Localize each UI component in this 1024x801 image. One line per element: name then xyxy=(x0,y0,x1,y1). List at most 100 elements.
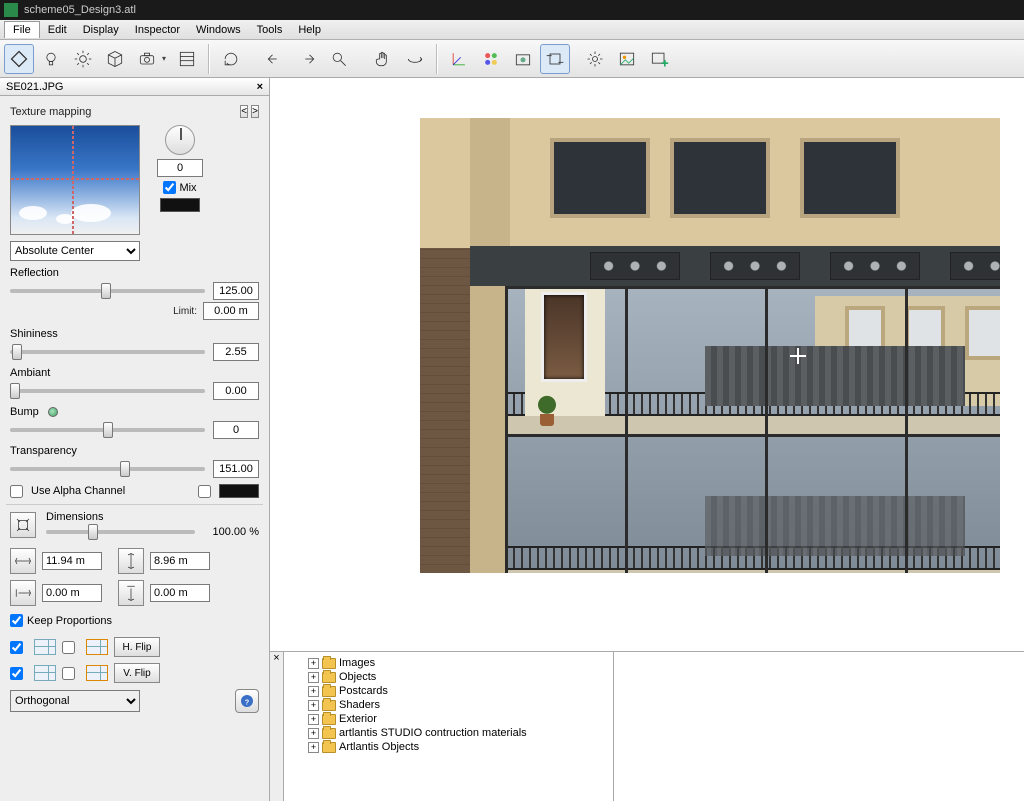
next-texture-button[interactable]: > xyxy=(251,105,259,118)
tree-item[interactable]: +Exterior xyxy=(284,712,613,726)
projection-select[interactable]: Orthogonal xyxy=(10,690,140,712)
expand-icon[interactable]: + xyxy=(308,728,319,739)
expand-icon[interactable]: + xyxy=(308,714,319,725)
tool-catalog[interactable] xyxy=(172,44,202,74)
folder-icon xyxy=(322,686,336,697)
tree-item[interactable]: +Postcards xyxy=(284,684,613,698)
bulb-icon xyxy=(41,49,61,69)
width-input[interactable] xyxy=(42,552,102,570)
axes-icon xyxy=(449,49,469,69)
redo-icon xyxy=(297,49,317,69)
keep-proportions-checkbox[interactable] xyxy=(10,614,23,627)
view-dd-icon[interactable]: ▾ xyxy=(162,54,170,63)
expand-icon[interactable]: + xyxy=(308,658,319,669)
shininess-slider[interactable] xyxy=(10,350,205,354)
tool-snapshot[interactable] xyxy=(508,44,538,74)
panel-close-button[interactable]: × xyxy=(257,81,263,93)
tree-item[interactable]: +artlantis STUDIO contruction materials xyxy=(284,726,613,740)
reflection-slider[interactable] xyxy=(10,289,205,293)
expand-icon[interactable]: + xyxy=(308,672,319,683)
mix-checkbox[interactable] xyxy=(163,181,176,194)
alpha-color-swatch[interactable] xyxy=(219,484,259,498)
help-button[interactable]: ? xyxy=(235,689,259,713)
menu-inspector[interactable]: Inspector xyxy=(127,22,188,38)
prev-texture-button[interactable]: < xyxy=(240,105,248,118)
tree-item[interactable]: + Shaders xyxy=(284,698,613,712)
catalog-tree[interactable]: +Images +Objects +Postcards + Shaders +Ex… xyxy=(284,652,614,801)
expand-icon[interactable]: + xyxy=(308,700,319,711)
tool-settings[interactable] xyxy=(580,44,610,74)
offsetx-input[interactable] xyxy=(42,584,102,602)
tool-axes[interactable] xyxy=(444,44,474,74)
scale-value: 100.00 % xyxy=(203,526,259,538)
ambiant-slider[interactable] xyxy=(10,389,205,393)
rotation-dial[interactable] xyxy=(165,125,195,155)
diamond-icon xyxy=(9,49,29,69)
tree-item[interactable]: +Objects xyxy=(284,670,613,684)
hflip-button[interactable]: H. Flip xyxy=(114,637,160,657)
menubar: File Edit Display Inspector Windows Tool… xyxy=(0,20,1024,40)
vflip-button[interactable]: V. Flip xyxy=(114,663,160,683)
magnifier-icon xyxy=(329,49,349,69)
width-icon xyxy=(10,548,36,574)
invert-alpha-checkbox[interactable] xyxy=(198,485,211,498)
menu-help[interactable]: Help xyxy=(290,22,329,38)
menu-edit[interactable]: Edit xyxy=(40,22,75,38)
ambiant-value[interactable] xyxy=(213,382,259,400)
transparency-value[interactable] xyxy=(213,460,259,478)
tree-item[interactable]: +Images xyxy=(284,656,613,670)
mirror-v-checkbox[interactable] xyxy=(62,667,75,680)
tool-pan[interactable] xyxy=(368,44,398,74)
tree-label: Shaders xyxy=(339,699,380,711)
bump-value[interactable] xyxy=(213,421,259,439)
limit-label: Limit: xyxy=(173,306,197,317)
alpha-checkbox[interactable] xyxy=(10,485,23,498)
tool-object[interactable] xyxy=(100,44,130,74)
tool-render[interactable] xyxy=(612,44,642,74)
anchor-select[interactable]: Absolute Center xyxy=(10,241,140,261)
reflection-value[interactable] xyxy=(213,282,259,300)
window-title: scheme05_Design3.atl xyxy=(24,4,136,16)
tool-materials[interactable] xyxy=(476,44,506,74)
menu-windows[interactable]: Windows xyxy=(188,22,249,38)
tool-crop[interactable] xyxy=(540,44,570,74)
tool-zoom[interactable] xyxy=(324,44,354,74)
menu-display[interactable]: Display xyxy=(75,22,127,38)
tool-view[interactable] xyxy=(132,44,162,74)
reflection-limit-input[interactable] xyxy=(203,302,259,320)
tool-light[interactable] xyxy=(36,44,66,74)
rotation-input[interactable] xyxy=(157,159,203,177)
tool-refresh[interactable] xyxy=(216,44,246,74)
menu-tools[interactable]: Tools xyxy=(249,22,291,38)
scale-slider[interactable] xyxy=(46,530,195,534)
expand-icon[interactable]: + xyxy=(308,686,319,697)
fit-icon[interactable] xyxy=(10,512,36,538)
expand-icon[interactable]: + xyxy=(308,742,319,753)
bump-mode-dot[interactable] xyxy=(48,407,58,417)
tool-orbit[interactable] xyxy=(400,44,430,74)
tile-v-checkbox[interactable] xyxy=(10,667,23,680)
tile-h-checkbox[interactable] xyxy=(10,641,23,654)
inspector-panel: SE021.JPG × Texture mapping < > xyxy=(0,78,270,801)
mix-color-swatch[interactable] xyxy=(160,198,200,212)
tool-undo[interactable] xyxy=(260,44,290,74)
height-input[interactable] xyxy=(150,552,210,570)
catalog-close-button[interactable]: × xyxy=(270,652,284,801)
mirror-h-checkbox[interactable] xyxy=(62,641,75,654)
cube-icon xyxy=(105,49,125,69)
tool-render-add[interactable] xyxy=(644,44,674,74)
tool-heliodon[interactable] xyxy=(68,44,98,74)
tool-shader[interactable] xyxy=(4,44,34,74)
tool-redo[interactable] xyxy=(292,44,322,74)
dimensions-label: Dimensions xyxy=(46,511,259,523)
transparency-slider[interactable] xyxy=(10,467,205,471)
tree-item[interactable]: +Artlantis Objects xyxy=(284,740,613,754)
menu-file[interactable]: File xyxy=(4,21,40,38)
shininess-value[interactable] xyxy=(213,343,259,361)
bump-slider[interactable] xyxy=(10,428,205,432)
render-preview xyxy=(420,118,1000,573)
offsety-input[interactable] xyxy=(150,584,210,602)
texture-preview[interactable] xyxy=(10,125,140,235)
catalog-detail xyxy=(614,652,1024,801)
viewport[interactable] xyxy=(270,78,1024,651)
